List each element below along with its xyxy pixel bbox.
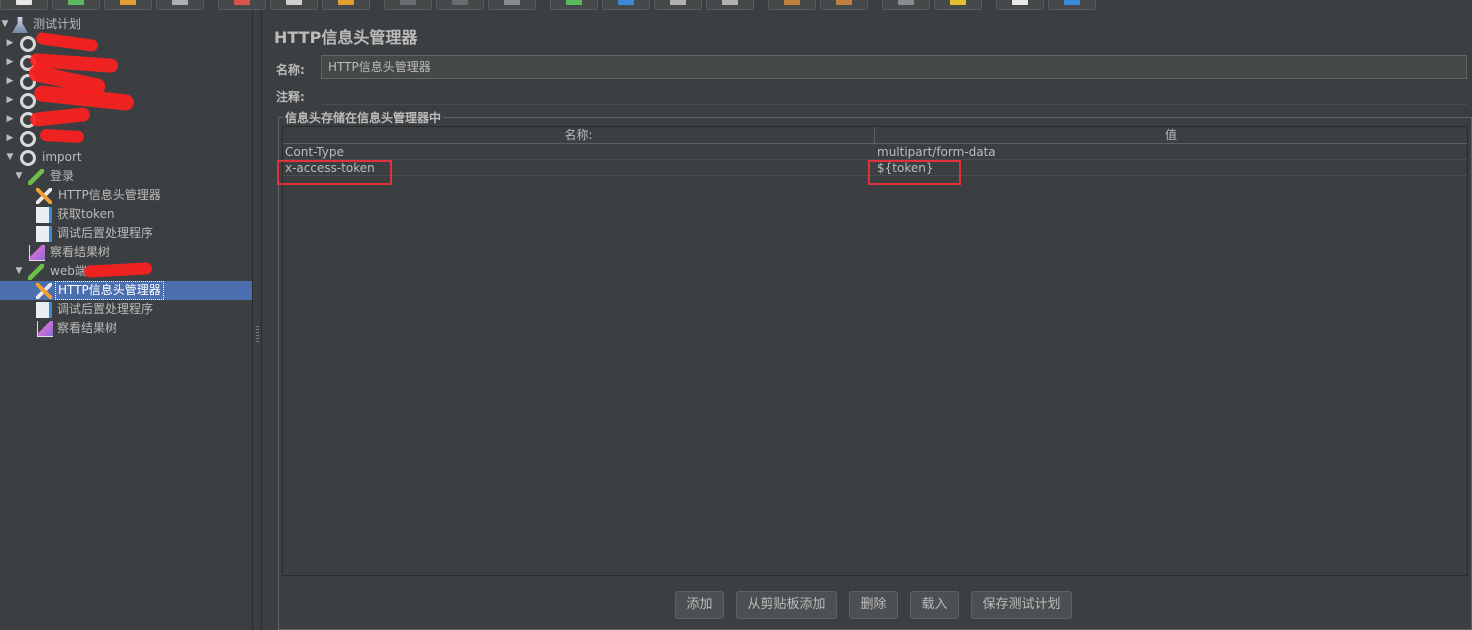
highlight-box <box>868 160 961 185</box>
toolbar-button-save[interactable] <box>156 0 204 10</box>
toolbar-button-stop[interactable] <box>654 0 702 10</box>
toolbar-button-new[interactable] <box>0 0 48 10</box>
tree-node-get-token[interactable]: 获取token <box>0 205 250 224</box>
group-title: 信息头存储在信息头管理器中 <box>283 109 444 126</box>
toolbar-button-paste[interactable] <box>322 0 370 10</box>
redaction-mark <box>39 128 85 144</box>
tree-node-label: 察看结果树 <box>50 245 111 259</box>
test-plan-tree[interactable]: ▼ 测试计划 ▶ ▶ ▶ ▶ ▶ ▶ ▼ import ▼ 登录 HTTP信息头… <box>0 10 252 630</box>
tree-node-label: 调试后置处理程序 <box>57 302 154 316</box>
document-icon <box>36 302 52 318</box>
toolbar-button-collapse[interactable] <box>436 0 484 10</box>
toolbar-button-copy[interactable] <box>270 0 318 10</box>
gear-icon <box>20 36 36 52</box>
gear-icon <box>20 131 36 147</box>
expand-arrow-icon[interactable]: ▶ <box>5 72 15 91</box>
chart-icon <box>29 245 45 261</box>
tree-node-import[interactable]: ▼ import <box>0 148 250 167</box>
expand-arrow-icon[interactable]: ▶ <box>5 110 15 129</box>
comment-label: 注释: <box>276 90 305 104</box>
sampler-pipette-icon <box>28 169 44 185</box>
column-header-value[interactable]: 值 <box>875 127 1467 144</box>
collapse-arrow-icon[interactable]: ▼ <box>5 148 15 167</box>
document-icon <box>36 207 52 223</box>
chart-icon <box>37 321 53 337</box>
tree-node-label: 测试计划 <box>33 17 82 31</box>
tree-node-test-plan[interactable]: ▼ 测试计划 <box>0 15 250 34</box>
collapse-arrow-icon[interactable]: ▼ <box>0 15 10 34</box>
tree-node-label: 调试后置处理程序 <box>57 226 154 240</box>
add-from-clipboard-button[interactable]: 从剪贴板添加 <box>736 591 837 619</box>
toolbar-button-clear[interactable] <box>820 0 868 10</box>
collapse-arrow-icon[interactable]: ▼ <box>14 262 24 281</box>
tree-node-label: 登录 <box>50 169 75 183</box>
wrench-icon <box>36 188 52 204</box>
headers-table[interactable]: 名称: 值 Cont-Type multipart/form-data x-ac… <box>277 126 1468 576</box>
toolbar-button-function-helper[interactable] <box>996 0 1044 10</box>
toolbar-button-start[interactable] <box>550 0 598 10</box>
load-button[interactable]: 载入 <box>910 591 959 619</box>
table-cell-value[interactable]: ${token} <box>875 160 1467 176</box>
expand-arrow-icon[interactable]: ▶ <box>5 34 15 53</box>
save-test-plan-button[interactable]: 保存测试计划 <box>971 591 1072 619</box>
toolbar-button-start-no-pause[interactable] <box>602 0 650 10</box>
toolbar-button-shutdown[interactable] <box>706 0 754 10</box>
gear-icon <box>20 150 36 166</box>
toolbar <box>0 0 1472 10</box>
toolbar-button-cut[interactable] <box>218 0 266 10</box>
tree-node-view-results-tree[interactable]: 察看结果树 <box>0 319 250 338</box>
document-icon <box>36 226 52 242</box>
name-label: 名称: <box>276 63 305 77</box>
drag-handle-icon[interactable] <box>256 326 259 344</box>
tree-node-label: 获取token <box>57 207 115 221</box>
wrench-icon <box>36 283 52 299</box>
table-cell-value[interactable]: multipart/form-data <box>875 144 1467 160</box>
toolbar-button-remote[interactable] <box>768 0 816 10</box>
toolbar-button-search[interactable] <box>934 0 982 10</box>
toolbar-button-expand[interactable] <box>384 0 432 10</box>
tree-node-header-manager[interactable]: HTTP信息头管理器 <box>0 186 250 205</box>
highlight-box <box>277 160 392 185</box>
tree-node-label: 察看结果树 <box>57 321 118 335</box>
tree-node-debug-postprocessor[interactable]: 调试后置处理程序 <box>0 300 250 319</box>
toolbar-button-templates[interactable] <box>52 0 100 10</box>
toolbar-button-open[interactable] <box>104 0 152 10</box>
split-pane-divider[interactable] <box>252 10 262 630</box>
headers-group: 信息头存储在信息头管理器中 名称: 值 Cont-Type multipart/… <box>277 109 1472 630</box>
toolbar-button-help[interactable] <box>1048 0 1096 10</box>
tree-node-label: HTTP信息头管理器 <box>58 188 161 202</box>
sampler-pipette-icon <box>28 264 44 280</box>
header-manager-panel: HTTP信息头管理器 名称: HTTP信息头管理器 注释: 信息头存储在信息头管… <box>262 10 1472 630</box>
tree-node-login-sampler[interactable]: ▼ 登录 <box>0 167 250 186</box>
toolbar-button-clear-all[interactable] <box>882 0 930 10</box>
tree-node-view-results-tree[interactable]: 察看结果树 <box>0 243 250 262</box>
collapse-arrow-icon[interactable]: ▼ <box>14 167 24 186</box>
tree-node-header-manager-selected[interactable]: HTTP信息头管理器 <box>0 281 252 300</box>
tree-node-label: HTTP信息头管理器 <box>55 281 164 300</box>
table-cell-name[interactable]: Cont-Type <box>283 144 875 160</box>
toolbar-button-toggle[interactable] <box>488 0 536 10</box>
delete-button[interactable]: 删除 <box>849 591 898 619</box>
tree-node-label: import <box>42 150 82 164</box>
expand-arrow-icon[interactable]: ▶ <box>5 53 15 72</box>
add-button[interactable]: 添加 <box>675 591 724 619</box>
name-field[interactable]: HTTP信息头管理器 <box>321 55 1467 79</box>
panel-title: HTTP信息头管理器 <box>274 28 418 47</box>
tree-node-label: web端 <box>50 264 87 278</box>
expand-arrow-icon[interactable]: ▶ <box>5 129 15 148</box>
comment-field[interactable] <box>321 86 1467 105</box>
expand-arrow-icon[interactable]: ▶ <box>5 91 15 110</box>
column-header-name[interactable]: 名称: <box>283 127 875 144</box>
tree-node-debug-postprocessor[interactable]: 调试后置处理程序 <box>0 224 250 243</box>
test-plan-flask-icon <box>12 17 28 33</box>
tree-node-thread-group[interactable]: ▶ <box>0 129 250 148</box>
